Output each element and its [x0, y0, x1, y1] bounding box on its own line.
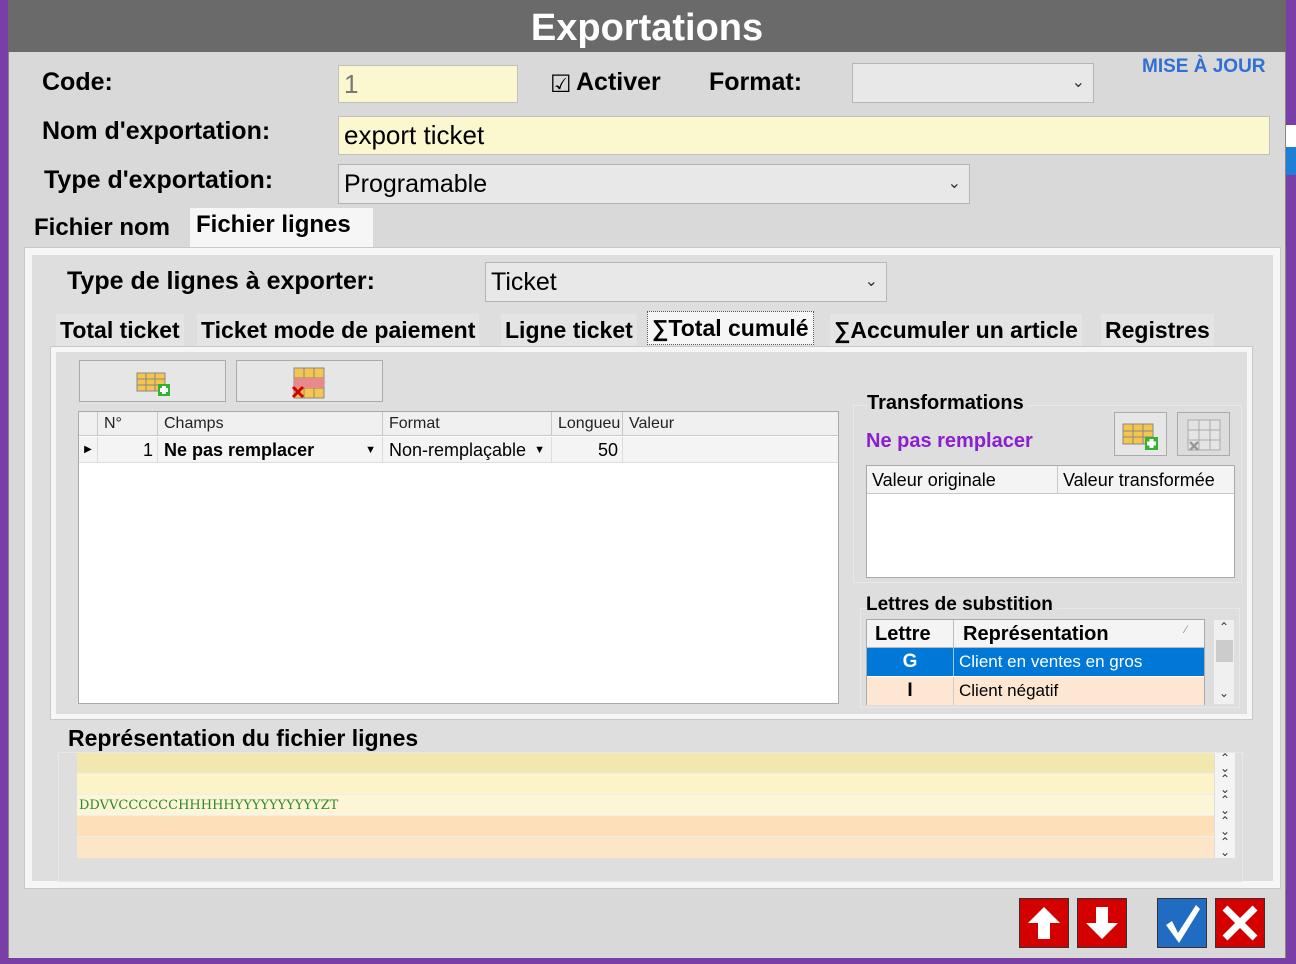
- substitution-letter: I: [867, 677, 954, 705]
- tab-ligne-ticket[interactable]: Ligne ticket: [501, 314, 637, 346]
- col-header-format[interactable]: Format: [383, 412, 552, 436]
- representation-line[interactable]: DDVVCCCCCCHHHHHYYYYYYYYYYZT: [77, 795, 1214, 816]
- row-champs[interactable]: Ne pas remplacer ▼: [158, 437, 383, 463]
- type-select-value: Programable: [344, 170, 488, 198]
- substitution-letter: G: [867, 648, 954, 676]
- dropdown-arrow-icon[interactable]: ▼: [365, 437, 376, 463]
- substitution-text: Client en ventes en gros: [959, 652, 1143, 671]
- background-window-fragment: [1286, 147, 1296, 175]
- format-label: Format:: [709, 68, 803, 96]
- col-header-longueur[interactable]: Longueu: [552, 412, 623, 436]
- type-select[interactable]: Programable ⌄: [338, 164, 970, 204]
- line-type-label: Type de lignes à exporter:: [67, 267, 375, 295]
- representation-line[interactable]: [77, 774, 1214, 795]
- row-num[interactable]: 1: [98, 437, 158, 463]
- line-type-select[interactable]: Ticket ⌄: [485, 262, 887, 302]
- col-header-valeur[interactable]: Valeur: [623, 412, 838, 436]
- sort-icon: ⁄: [1185, 624, 1187, 636]
- representation-line[interactable]: [77, 816, 1214, 837]
- scrollbar-thumb[interactable]: [1216, 640, 1233, 662]
- tab-total-cumule[interactable]: ∑Total cumulé: [647, 311, 814, 345]
- line-4-updown-icon[interactable]: ⌃ ⌄: [1215, 815, 1235, 837]
- add-row-button[interactable]: [79, 360, 226, 402]
- delete-row-icon: [1186, 418, 1222, 457]
- col-header-champs[interactable]: Champs: [158, 412, 383, 436]
- move-down-button[interactable]: [1077, 898, 1127, 948]
- name-label: Nom d'exportation:: [42, 117, 271, 145]
- col-header-lettre[interactable]: Lettre: [867, 620, 954, 648]
- dropdown-arrow-icon[interactable]: ▼: [534, 437, 545, 463]
- line-1-updown-icon[interactable]: ⌃ ⌄: [1215, 752, 1235, 774]
- substitution-title: Lettres de substition: [866, 594, 1057, 616]
- code-field[interactable]: 1: [338, 65, 518, 103]
- checkmark-icon: [1166, 905, 1200, 943]
- col-header-valeur-transformee[interactable]: Valeur transformée: [1058, 466, 1234, 494]
- background-window-fragment: [1286, 125, 1296, 147]
- tab-fichier-lignes[interactable]: Fichier lignes: [190, 208, 373, 248]
- add-transformation-button[interactable]: [1114, 412, 1167, 456]
- representation-line[interactable]: [77, 753, 1214, 774]
- window-title: Exportations: [8, 0, 1286, 52]
- delete-row-button[interactable]: [236, 360, 383, 402]
- type-label: Type d'exportation:: [44, 166, 274, 194]
- scroll-up-icon[interactable]: ⌃: [1213, 620, 1235, 634]
- arrow-down-icon: [1086, 907, 1118, 939]
- col-header-valeur-originale[interactable]: Valeur originale: [867, 466, 1058, 494]
- activate-checkbox[interactable]: ☑: [550, 70, 572, 99]
- add-row-icon: [1122, 421, 1160, 456]
- tab-ticket-mode-paiement[interactable]: Ticket mode de paiement: [197, 314, 480, 346]
- grid-corner: [79, 412, 98, 436]
- scroll-down-icon[interactable]: ⌄: [1213, 686, 1235, 700]
- add-row-icon: [136, 369, 172, 402]
- arrow-up-icon: [1028, 907, 1060, 939]
- row-format-value: Non-remplaçable: [389, 440, 527, 460]
- cancel-button[interactable]: [1215, 898, 1265, 948]
- substitution-text: Client négatif: [959, 681, 1059, 700]
- tab-accumuler-article[interactable]: ∑Accumuler un article: [830, 314, 1082, 346]
- name-field[interactable]: export ticket: [338, 116, 1270, 155]
- tab-fichier-nom[interactable]: Fichier nom: [28, 211, 176, 245]
- chevron-down-icon: ⌄: [947, 175, 961, 192]
- col-header-representation[interactable]: Représentation: [954, 620, 1204, 648]
- line-3-updown-icon[interactable]: ⌃ ⌄: [1215, 794, 1235, 816]
- update-link[interactable]: MISE À JOUR: [1142, 56, 1266, 78]
- delete-transformation-button[interactable]: [1177, 412, 1230, 456]
- row-champs-value: Ne pas remplacer: [164, 440, 315, 460]
- transformations-title: Transformations: [867, 392, 1028, 415]
- row-longueur[interactable]: 50: [552, 437, 623, 463]
- chevron-down-icon: ⌄: [864, 273, 878, 290]
- delete-row-icon: [291, 366, 327, 405]
- line-type-select-value: Ticket: [491, 268, 557, 296]
- format-select[interactable]: ⌄: [852, 63, 1094, 103]
- tab-registres[interactable]: Registres: [1101, 314, 1214, 346]
- move-up-button[interactable]: [1019, 898, 1069, 948]
- activate-label: Activer: [576, 68, 661, 96]
- col-header-num[interactable]: N°: [98, 412, 158, 436]
- row-format[interactable]: Non-remplaçable ▼: [383, 437, 552, 463]
- confirm-button[interactable]: [1157, 898, 1207, 948]
- chevron-down-icon: ⌄: [1071, 74, 1085, 91]
- line-5-updown-icon[interactable]: ⌃ ⌄: [1215, 836, 1235, 858]
- representation-title: Représentation du fichier lignes: [68, 725, 423, 752]
- close-icon: [1222, 905, 1258, 941]
- tab-total-ticket[interactable]: Total ticket: [56, 314, 184, 346]
- line-2-updown-icon[interactable]: ⌃ ⌄: [1215, 773, 1235, 795]
- transformation-current: Ne pas remplacer: [866, 430, 1033, 452]
- row-indicator-icon: ▶: [79, 437, 98, 463]
- representation-line[interactable]: [77, 837, 1214, 858]
- code-label: Code:: [42, 68, 113, 96]
